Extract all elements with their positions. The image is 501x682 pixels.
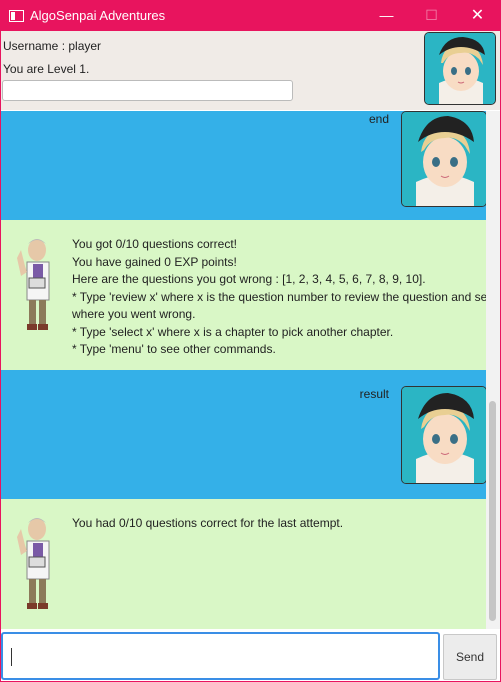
exp-progress-bar: [2, 80, 293, 101]
user-avatar: [401, 111, 487, 207]
level-label: You are Level 1.: [3, 62, 90, 76]
bot-message: You had 0/10 questions correct for the l…: [72, 516, 344, 530]
user-dialog: result: [1, 370, 487, 499]
professor-avatar: [5, 232, 63, 337]
user-message: result: [359, 387, 389, 401]
close-button[interactable]: ✕: [455, 0, 500, 31]
window-title: AlgoSenpai Adventures: [30, 8, 166, 23]
bot-dialog: You had 0/10 questions correct for the l…: [1, 499, 487, 629]
app-icon: [9, 10, 24, 22]
text-caret: [11, 648, 12, 666]
user-avatar: [401, 386, 487, 484]
user-dialog: end: [1, 111, 487, 220]
username-label: Username : player: [3, 39, 102, 53]
scrollbar-thumb[interactable]: [489, 401, 496, 621]
send-button[interactable]: Send: [443, 634, 497, 680]
user-message: end: [368, 112, 389, 126]
maximize-button[interactable]: ☐: [409, 0, 454, 31]
user-avatar: [424, 32, 496, 105]
minimize-button[interactable]: —: [364, 0, 409, 31]
bot-dialog: You got 0/10 questions correct! You have…: [1, 220, 487, 370]
window-border-left: [0, 31, 1, 682]
message-input[interactable]: [1, 632, 440, 680]
player-header: Username : player You are Level 1.: [0, 31, 501, 110]
title-bar: AlgoSenpai Adventures — ☐ ✕: [0, 0, 501, 31]
bot-message: You got 0/10 questions correct! You have…: [72, 237, 487, 356]
dialog-scrollbar[interactable]: [486, 111, 500, 629]
professor-avatar: [5, 511, 63, 616]
